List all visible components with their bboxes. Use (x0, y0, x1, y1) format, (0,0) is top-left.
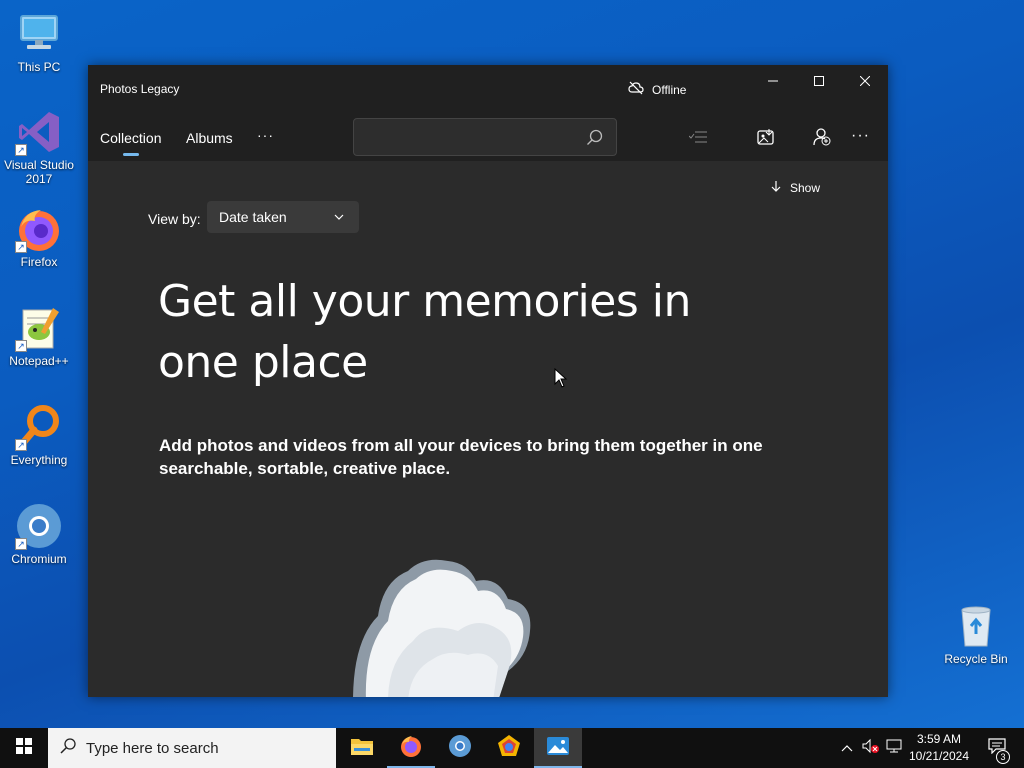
shortcut-arrow-icon: ↗ (15, 241, 27, 253)
desktop-icon-everything[interactable]: ↗ Everything (1, 403, 77, 467)
desktop-icon-firefox[interactable]: ↗ Firefox (1, 205, 77, 269)
action-center-button[interactable]: 3 (982, 728, 1012, 768)
close-icon (859, 73, 871, 89)
show-label: Show (790, 180, 821, 195)
taskbar-firefox[interactable] (387, 728, 435, 768)
tab-collection[interactable]: Collection (100, 130, 161, 156)
minimize-button[interactable] (750, 65, 796, 97)
taskbar: Type here to search 3:59 AM 10/21/2024 3 (0, 728, 1024, 768)
title-bar[interactable]: Photos Legacy Offline (88, 65, 888, 113)
app-icon (497, 734, 521, 763)
show-hidden-icons-button[interactable] (836, 728, 858, 768)
visual-studio-icon: ↗ (15, 108, 63, 156)
people-add-icon[interactable] (811, 126, 833, 148)
window-title: Photos Legacy (100, 82, 180, 96)
taskbar-file-explorer[interactable] (338, 728, 386, 768)
shortcut-arrow-icon: ↗ (15, 538, 27, 550)
photos-icon (546, 736, 570, 761)
shortcut-arrow-icon: ↗ (15, 439, 27, 451)
desktop-icon-this-pc[interactable]: This PC (1, 10, 77, 74)
collection-content: Show View by: Date taken Get all your me… (88, 161, 888, 697)
mouse-cursor (554, 367, 568, 393)
volume-button[interactable] (860, 728, 882, 768)
minimize-icon (768, 73, 778, 89)
view-by-label: View by: (148, 211, 201, 227)
recycle-bin-icon (952, 602, 1000, 650)
shortcut-arrow-icon: ↗ (15, 340, 27, 352)
taskbar-search-placeholder: Type here to search (86, 739, 219, 757)
offline-status[interactable]: Offline (628, 81, 686, 98)
notification-count-badge: 3 (996, 750, 1010, 764)
desktop-icon-notepadpp[interactable]: ↗ Notepad++ (1, 304, 77, 368)
maximize-icon (814, 73, 824, 89)
chevron-up-icon (841, 739, 853, 757)
volume-muted-icon (862, 738, 880, 759)
taskbar-app[interactable] (485, 728, 533, 768)
taskbar-clock[interactable]: 3:59 AM 10/21/2024 (900, 731, 978, 765)
desktop-icon-visual-studio[interactable]: ↗ Visual Studio 2017 (1, 108, 77, 186)
nav-more-button[interactable]: ··· (257, 127, 274, 143)
import-icon[interactable] (755, 126, 777, 148)
clock-date: 10/21/2024 (908, 749, 970, 763)
desktop-icon-label: Recycle Bin (944, 652, 1008, 666)
firefox-icon: ↗ (15, 205, 63, 253)
chevron-down-icon (333, 210, 345, 226)
empty-state-description: Add photos and videos from all your devi… (159, 436, 763, 478)
desktop-icon-label: Visual Studio 2017 (4, 158, 74, 186)
taskbar-search-box[interactable]: Type here to search (48, 728, 336, 768)
computer-icon (15, 10, 63, 58)
desktop-icon-chromium[interactable]: ↗ Chromium (1, 502, 77, 566)
photos-window: Photos Legacy Offline Collection Albums … (88, 65, 888, 697)
windows-logo-icon (16, 737, 32, 759)
view-by-value: Date taken (219, 209, 287, 225)
tab-albums[interactable]: Albums (186, 130, 233, 146)
file-explorer-icon (350, 736, 374, 761)
firefox-icon (399, 734, 423, 763)
arrow-down-icon (770, 180, 782, 195)
desktop-icon-label: Notepad++ (9, 354, 69, 368)
chromium-icon: ↗ (15, 502, 63, 550)
search-input[interactable] (354, 119, 574, 155)
cloud-illustration (348, 521, 538, 697)
cloud-offline-icon (628, 81, 644, 98)
search-box[interactable] (353, 118, 617, 156)
nav-bar: Collection Albums ··· ··· (88, 113, 888, 161)
more-icon[interactable]: ··· (851, 127, 870, 145)
desktop-icon-label: Chromium (11, 552, 67, 566)
view-by-dropdown[interactable]: Date taken (207, 201, 359, 233)
everything-search-icon: ↗ (15, 403, 63, 451)
notepadpp-icon: ↗ (15, 304, 63, 352)
desktop-icon-label: This PC (17, 60, 61, 74)
search-icon[interactable] (586, 129, 604, 152)
close-button[interactable] (842, 65, 888, 97)
desktop-icon-recycle-bin[interactable]: Recycle Bin (938, 602, 1014, 666)
taskbar-photos[interactable] (534, 728, 582, 768)
select-list-icon[interactable] (687, 126, 709, 148)
desktop-icon-label: Everything (10, 453, 68, 467)
maximize-button[interactable] (796, 65, 842, 97)
search-icon (60, 738, 76, 758)
offline-label: Offline (652, 82, 687, 97)
chromium-icon (448, 734, 472, 763)
shortcut-arrow-icon: ↗ (15, 144, 27, 156)
desktop-icon-label: Firefox (20, 255, 58, 269)
start-button[interactable] (0, 728, 48, 768)
taskbar-chromium[interactable] (436, 728, 484, 768)
show-button[interactable]: Show (770, 180, 820, 195)
empty-state-headline: Get all your memories in one place (158, 276, 691, 388)
clock-time: 3:59 AM (916, 732, 962, 746)
